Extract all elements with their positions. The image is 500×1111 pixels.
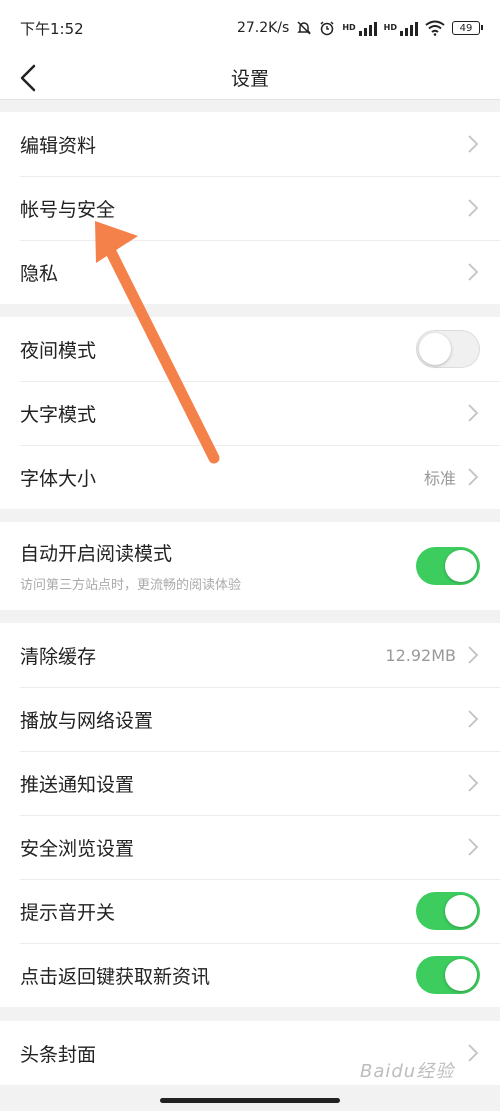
row-back-refresh[interactable]: 点击返回键获取新资讯 <box>0 943 500 1007</box>
status-icons: 27.2K/s HD HD 49 <box>236 20 483 36</box>
toggle-knob <box>445 959 477 991</box>
page-title: 设置 <box>230 68 269 90</box>
row-account-security[interactable]: 帐号与安全 <box>0 176 500 240</box>
nav-bar: 设置 <box>0 56 500 100</box>
row-label: 推送通知设置 <box>20 773 135 796</box>
signal-icon <box>358 20 377 36</box>
signal-icon-2 <box>400 20 418 36</box>
row-text: 自动开启阅读模式 访问第三方站点时，更流畅的阅读体验 <box>20 539 416 593</box>
settings-group-general: 清除缓存 12.92MB 播放与网络设置 推送通知设置 安全浏览设置 提示音开关… <box>0 623 500 1007</box>
sound-toggle[interactable] <box>416 892 480 930</box>
chevron-right-icon <box>468 263 479 281</box>
settings-group-profile: 编辑资料 帐号与安全 隐私 <box>0 112 500 304</box>
row-playback-network[interactable]: 播放与网络设置 <box>0 687 500 751</box>
settings-group-reading: 自动开启阅读模式 访问第三方站点时，更流畅的阅读体验 <box>0 522 500 610</box>
chevron-right-icon <box>468 468 479 486</box>
chevron-right-icon <box>468 404 479 422</box>
row-clear-cache[interactable]: 清除缓存 12.92MB <box>0 623 500 687</box>
row-label: 隐私 <box>20 262 59 285</box>
chevron-right-icon <box>468 199 479 217</box>
row-label: 安全浏览设置 <box>20 837 135 860</box>
chevron-right-icon <box>468 710 479 728</box>
settings-group-display: 夜间模式 大字模式 字体大小 标准 <box>0 317 500 509</box>
chevron-right-icon <box>468 1044 479 1062</box>
row-auto-reading-mode[interactable]: 自动开启阅读模式 访问第三方站点时，更流畅的阅读体验 <box>0 522 500 610</box>
row-safe-browsing[interactable]: 安全浏览设置 <box>0 815 500 879</box>
row-label: 点击返回键获取新资讯 <box>20 965 211 988</box>
row-label: 字体大小 <box>20 467 97 490</box>
row-label: 帐号与安全 <box>20 198 116 221</box>
row-subtitle: 访问第三方站点时，更流畅的阅读体验 <box>20 578 242 593</box>
row-sound-toggle[interactable]: 提示音开关 <box>0 879 500 943</box>
status-time: 下午1:52 <box>20 19 84 38</box>
toggle-knob <box>419 333 451 365</box>
chevron-right-icon <box>468 774 479 792</box>
cache-size-value: 12.92MB <box>385 645 456 665</box>
row-night-mode[interactable]: 夜间模式 <box>0 317 500 381</box>
chevron-right-icon <box>468 646 479 664</box>
chevron-right-icon <box>468 838 479 856</box>
night-mode-toggle[interactable] <box>416 330 480 368</box>
row-label: 清除缓存 <box>20 645 97 668</box>
home-indicator <box>160 1098 340 1103</box>
battery-icon: 49 <box>452 21 483 35</box>
row-label: 夜间模式 <box>20 339 97 362</box>
row-label: 播放与网络设置 <box>20 709 154 732</box>
chevron-left-icon[interactable] <box>12 60 48 96</box>
row-large-font-mode[interactable]: 大字模式 <box>0 381 500 445</box>
toggle-knob <box>445 895 477 927</box>
alarm-icon <box>320 21 334 36</box>
row-label: 大字模式 <box>20 403 97 426</box>
back-refresh-toggle[interactable] <box>416 956 480 994</box>
row-font-size[interactable]: 字体大小 标准 <box>0 445 500 509</box>
hd-label-2: HD <box>383 23 397 32</box>
row-privacy[interactable]: 隐私 <box>0 240 500 304</box>
watermark: Baidu经验 <box>360 1061 455 1082</box>
status-bar: 下午1:52 27.2K/s HD HD 49 <box>0 0 500 56</box>
row-edit-profile[interactable]: 编辑资料 <box>0 112 500 176</box>
row-label: 编辑资料 <box>20 134 97 157</box>
toggle-knob <box>445 550 477 582</box>
auto-reading-toggle[interactable] <box>416 547 480 585</box>
chevron-right-icon <box>468 135 479 153</box>
hd-label: HD <box>342 23 356 32</box>
row-label: 提示音开关 <box>20 901 116 924</box>
wifi-icon <box>425 20 445 36</box>
mute-bell-icon <box>297 21 312 35</box>
row-label: 自动开启阅读模式 <box>20 543 173 565</box>
net-speed: 27.2K/s <box>236 20 290 36</box>
font-size-value: 标准 <box>423 469 456 488</box>
row-push-notifications[interactable]: 推送通知设置 <box>0 751 500 815</box>
